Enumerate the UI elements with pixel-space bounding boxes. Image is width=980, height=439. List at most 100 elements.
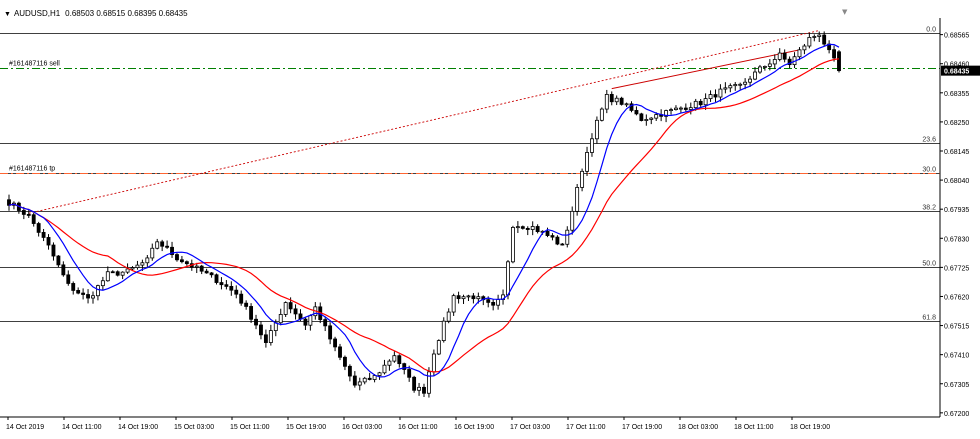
candle-body bbox=[688, 107, 693, 110]
candle-body bbox=[26, 214, 31, 216]
candle bbox=[7, 194, 11, 211]
candle-body bbox=[604, 93, 609, 110]
candle-body bbox=[644, 119, 649, 121]
time-axis[interactable]: 14 Oct 2019 14 Oct 11:00 14 Oct 19:00 15 Oc… bbox=[6, 417, 830, 431]
candle-body bbox=[451, 295, 456, 313]
price-tick-label: 0.67725 bbox=[944, 265, 969, 272]
candle-body bbox=[441, 320, 446, 342]
candle-body bbox=[36, 223, 41, 233]
candle-body bbox=[397, 355, 402, 365]
candle-body bbox=[639, 113, 644, 121]
candle-body bbox=[407, 369, 412, 378]
candle-body bbox=[357, 381, 362, 386]
candle-body bbox=[219, 282, 224, 286]
candle bbox=[12, 201, 16, 210]
candle bbox=[683, 103, 688, 112]
candle-body bbox=[822, 34, 827, 45]
order-lines[interactable]: #161487116 sell #161487116 tp bbox=[0, 61, 940, 174]
fib-level-label: 23.6 bbox=[922, 137, 936, 144]
candle bbox=[792, 52, 797, 69]
candle-body bbox=[165, 245, 170, 248]
candle-body bbox=[224, 284, 229, 287]
candle-body bbox=[86, 294, 90, 299]
candle bbox=[357, 377, 362, 391]
trend-line-solid bbox=[611, 49, 800, 90]
candle-body bbox=[254, 318, 258, 326]
candle-body bbox=[278, 314, 283, 324]
candle bbox=[703, 93, 708, 110]
candle bbox=[110, 270, 115, 274]
time-tick-label: 15 Oct 03:00 bbox=[174, 424, 214, 431]
candle-body bbox=[204, 270, 209, 274]
candle-body bbox=[525, 227, 530, 230]
candle bbox=[619, 96, 624, 106]
time-tick-label: 17 Oct 11:00 bbox=[566, 424, 606, 431]
candle bbox=[352, 371, 357, 388]
candle bbox=[471, 293, 476, 304]
candle-body bbox=[520, 226, 525, 229]
time-tick-label: 15 Oct 11:00 bbox=[230, 424, 270, 431]
take-profit-label: #161487116 tp bbox=[9, 166, 55, 173]
candle bbox=[362, 376, 367, 385]
candle bbox=[224, 280, 229, 290]
candle-body bbox=[753, 71, 757, 80]
time-tick-label: 18 Oct 11:00 bbox=[734, 424, 774, 431]
candle bbox=[234, 285, 239, 299]
candle bbox=[56, 255, 61, 268]
chart-window[interactable]: ▼ AUDUSD,H1 0.68503 0.68515 0.68395 0.6843… bbox=[0, 0, 980, 439]
candle bbox=[466, 294, 471, 302]
candle bbox=[678, 106, 683, 113]
candle-body bbox=[634, 110, 639, 115]
candle-body bbox=[95, 285, 100, 297]
candle bbox=[263, 329, 268, 348]
candle-body bbox=[259, 324, 263, 336]
candle-body bbox=[456, 295, 461, 300]
fib-level-label: 61.8 bbox=[922, 315, 936, 322]
candle-body bbox=[249, 306, 254, 320]
candle bbox=[229, 281, 234, 296]
candle bbox=[649, 117, 654, 125]
candle-body bbox=[81, 292, 86, 295]
candle-body bbox=[229, 286, 234, 291]
candle bbox=[594, 116, 599, 144]
candle bbox=[550, 233, 555, 241]
candle bbox=[175, 253, 179, 262]
candle bbox=[436, 339, 441, 356]
time-tick-label: 18 Oct 03:00 bbox=[678, 424, 718, 431]
price-tick-label: 0.68355 bbox=[944, 91, 969, 98]
candle-body bbox=[782, 52, 787, 60]
price-tick-label: 0.68145 bbox=[944, 149, 969, 156]
candle bbox=[688, 102, 693, 115]
candle bbox=[283, 301, 288, 317]
candle-body bbox=[362, 377, 367, 383]
candle-body bbox=[110, 271, 115, 274]
candle bbox=[95, 284, 100, 301]
candle-body bbox=[214, 274, 219, 283]
candle-body bbox=[599, 108, 604, 121]
candle bbox=[155, 238, 160, 250]
candle-body bbox=[41, 231, 46, 238]
candle-body bbox=[466, 295, 471, 298]
trend-line-dotted bbox=[28, 30, 820, 214]
candle bbox=[758, 64, 762, 74]
candle bbox=[777, 48, 782, 62]
candle-body bbox=[21, 210, 26, 215]
candle-body bbox=[506, 261, 510, 296]
candle-body bbox=[654, 114, 659, 119]
candle-body bbox=[585, 152, 589, 172]
candle-body bbox=[175, 254, 179, 261]
candle-body bbox=[412, 376, 417, 391]
candle-body bbox=[832, 49, 836, 59]
time-tick-label: 17 Oct 19:00 bbox=[622, 424, 662, 431]
price-tick-label: 0.67515 bbox=[944, 324, 969, 331]
candle bbox=[76, 287, 81, 295]
candle-body bbox=[288, 302, 293, 310]
candle bbox=[422, 383, 426, 398]
candle-body bbox=[436, 340, 441, 355]
candle bbox=[782, 49, 787, 63]
candle-body bbox=[387, 360, 392, 366]
price-axis[interactable]: 0.685650.684600.683550.682500.681450.680… bbox=[940, 33, 980, 418]
candle-body bbox=[683, 107, 688, 110]
price-tick-label: 0.67410 bbox=[944, 353, 969, 360]
trend-line[interactable] bbox=[28, 30, 820, 214]
